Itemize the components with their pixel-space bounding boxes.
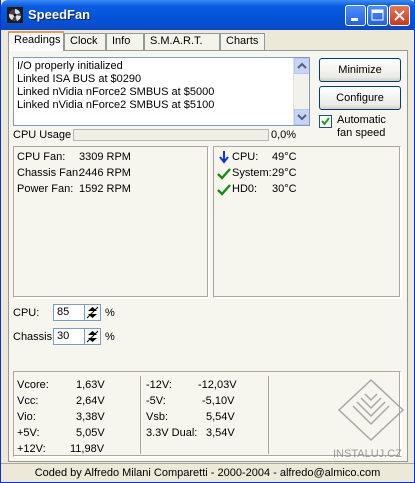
voltage-name: +5V: <box>17 427 40 439</box>
log-line: Linked nVidia nForce2 SMBUS at $5100 <box>17 99 215 111</box>
status-bar: Coded by Alfredo Milani Comparetti - 200… <box>1 463 414 482</box>
speed-unit: % <box>105 331 115 343</box>
chassis-speed-stepper[interactable] <box>84 328 101 345</box>
voltage-name: -5V: <box>146 395 166 407</box>
cpu-speed-stepper[interactable] <box>84 304 101 321</box>
fan-name: Chassis Fan: <box>17 167 82 179</box>
temp-value: 49°C <box>272 151 297 163</box>
speed-label-cpu: CPU: <box>13 307 40 319</box>
scroll-up-button[interactable] <box>294 58 309 74</box>
spin-arrows-icon <box>86 330 99 343</box>
maximize-icon <box>371 9 384 21</box>
voltage-value: 5,05V <box>76 427 105 439</box>
fans-group: CPU Fan: 3309 RPM Chassis Fan: 2446 RPM … <box>13 146 209 298</box>
log-line: Linked nVidia nForce2 SMBUS at $5000 <box>17 86 215 98</box>
voltage-name: -12V: <box>146 379 172 391</box>
voltage-name: Vio: <box>17 411 36 423</box>
checkmark-icon <box>217 168 231 180</box>
temp-name: CPU: <box>232 151 259 163</box>
minimize-window-button[interactable] <box>345 5 366 26</box>
automatic-fan-speed-label: Automatic fan speed <box>337 114 386 139</box>
cpu-usage-value: 0,0% <box>271 129 297 141</box>
maximize-window-button[interactable] <box>367 5 388 26</box>
watermark-text: INSTALUJ.CZ <box>333 448 402 460</box>
voltage-value: -12,03V <box>198 379 237 391</box>
tab-readings[interactable]: Readings <box>8 31 64 51</box>
watermark-logo-icon <box>337 378 405 442</box>
voltage-value: 3,54V <box>206 427 235 439</box>
fan-name: Power Fan: <box>17 183 74 195</box>
close-window-button[interactable] <box>389 5 410 26</box>
log-listbox[interactable]: I/O properly initialized Linked ISA BUS … <box>13 57 310 126</box>
chevron-down-icon <box>297 114 307 121</box>
divider <box>140 376 141 454</box>
cpu-usage-progress <box>73 129 269 141</box>
checkmark-icon <box>321 117 330 126</box>
speedfan-window: SpeedFan Readings Clock Info S.M.A.R.T. … <box>0 0 415 483</box>
speedfan-app-icon <box>7 7 23 23</box>
checkmark-icon <box>217 184 231 196</box>
close-icon <box>394 10 405 21</box>
temp-value: 30°C <box>272 183 297 195</box>
chevron-up-icon <box>297 62 307 69</box>
log-line: Linked ISA BUS at $0290 <box>17 73 142 85</box>
minimize-icon <box>351 18 358 21</box>
voltage-name: Vcore: <box>17 379 49 391</box>
tab-info[interactable]: Info <box>106 33 144 50</box>
scroll-down-button[interactable] <box>294 109 309 125</box>
temperatures-group: CPU: 49°C System: 29°C HD0: 30°C <box>213 146 401 298</box>
voltage-value: 2,64V <box>76 395 105 407</box>
arrow-down-icon <box>219 151 229 164</box>
temp-name: System: <box>232 167 272 179</box>
speed-unit: % <box>105 307 115 319</box>
voltage-name: Vcc: <box>17 395 39 407</box>
cpu-speed-input[interactable]: 85 <box>53 304 101 321</box>
voltage-name: Vsb: <box>146 411 169 423</box>
divider <box>268 376 269 454</box>
tab-smart[interactable]: S.M.A.R.T. <box>144 33 220 50</box>
tab-clock[interactable]: Clock <box>64 33 106 50</box>
chassis-speed-input[interactable]: 30 <box>53 328 101 345</box>
voltage-value: 11,98V <box>70 443 105 455</box>
configure-button[interactable]: Configure <box>319 86 401 110</box>
temp-value: 29°C <box>272 167 297 179</box>
cpu-usage-label: CPU Usage <box>13 129 72 141</box>
log-scrollbar[interactable] <box>293 58 309 125</box>
temp-name: HD0: <box>232 183 258 195</box>
minimize-button[interactable]: Minimize <box>319 58 401 82</box>
fan-value: 1592 RPM <box>79 183 131 195</box>
tab-charts[interactable]: Charts <box>220 33 265 50</box>
speed-label-chassis: Chassis: <box>13 331 56 343</box>
automatic-fan-speed-checkbox[interactable] <box>319 115 332 128</box>
fan-name: CPU Fan: <box>17 151 66 163</box>
spin-arrows-icon <box>86 306 99 319</box>
voltage-name: 3.3V Dual: <box>146 427 198 439</box>
window-title: SpeedFan <box>28 7 91 22</box>
voltage-value: 1,63V <box>76 379 105 391</box>
instaluj-watermark: INSTALUJ.CZ <box>331 376 411 466</box>
log-line: I/O properly initialized <box>17 60 123 72</box>
voltage-value: 5,54V <box>206 411 235 423</box>
fan-value: 2446 RPM <box>79 167 131 179</box>
voltage-value: -5,10V <box>202 395 235 407</box>
fan-value: 3309 RPM <box>79 151 131 163</box>
voltage-value: 3,38V <box>76 411 105 423</box>
voltage-name: +12V: <box>17 443 46 455</box>
title-bar[interactable]: SpeedFan <box>1 0 415 30</box>
